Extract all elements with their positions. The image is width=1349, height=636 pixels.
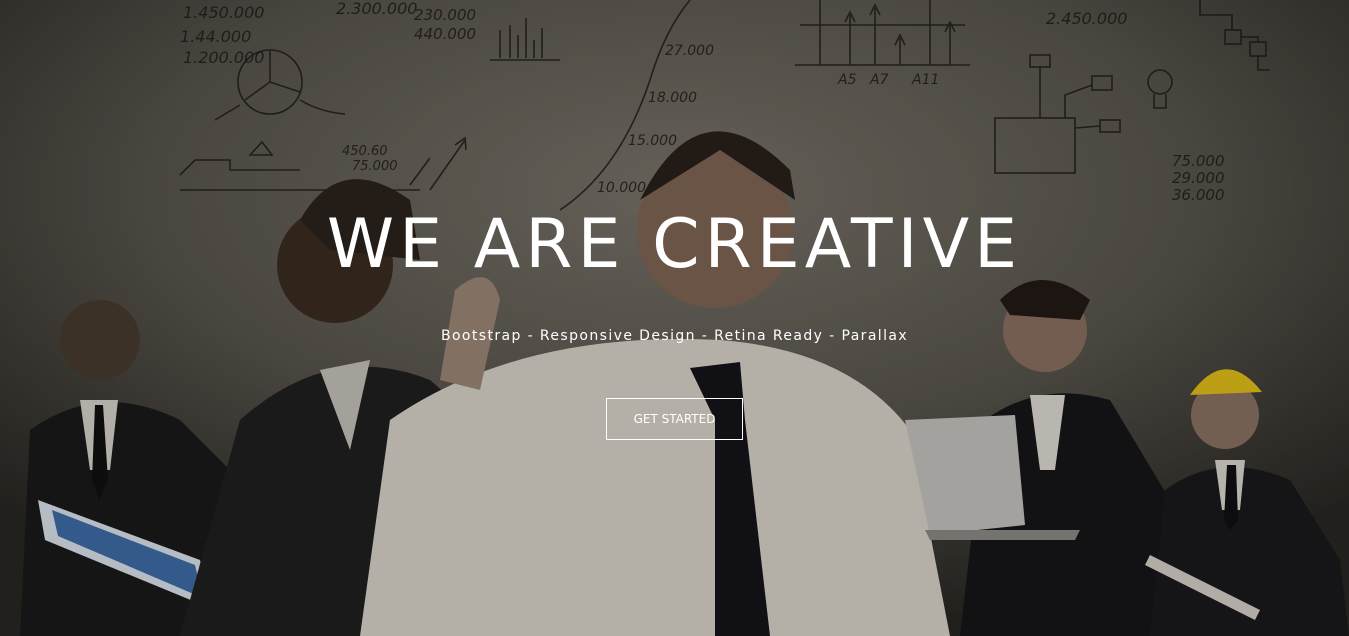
hero-dark-overlay bbox=[0, 0, 1349, 636]
get-started-button[interactable]: GET STARTED bbox=[606, 398, 743, 440]
hero-section: 1.450.000 1.44.000 1.200.000 2.300.000 2… bbox=[0, 0, 1349, 636]
hero-subtitle: Bootstrap - Responsive Design - Retina R… bbox=[440, 328, 909, 344]
hero-title: WE ARE CREATIVE bbox=[326, 205, 1023, 284]
